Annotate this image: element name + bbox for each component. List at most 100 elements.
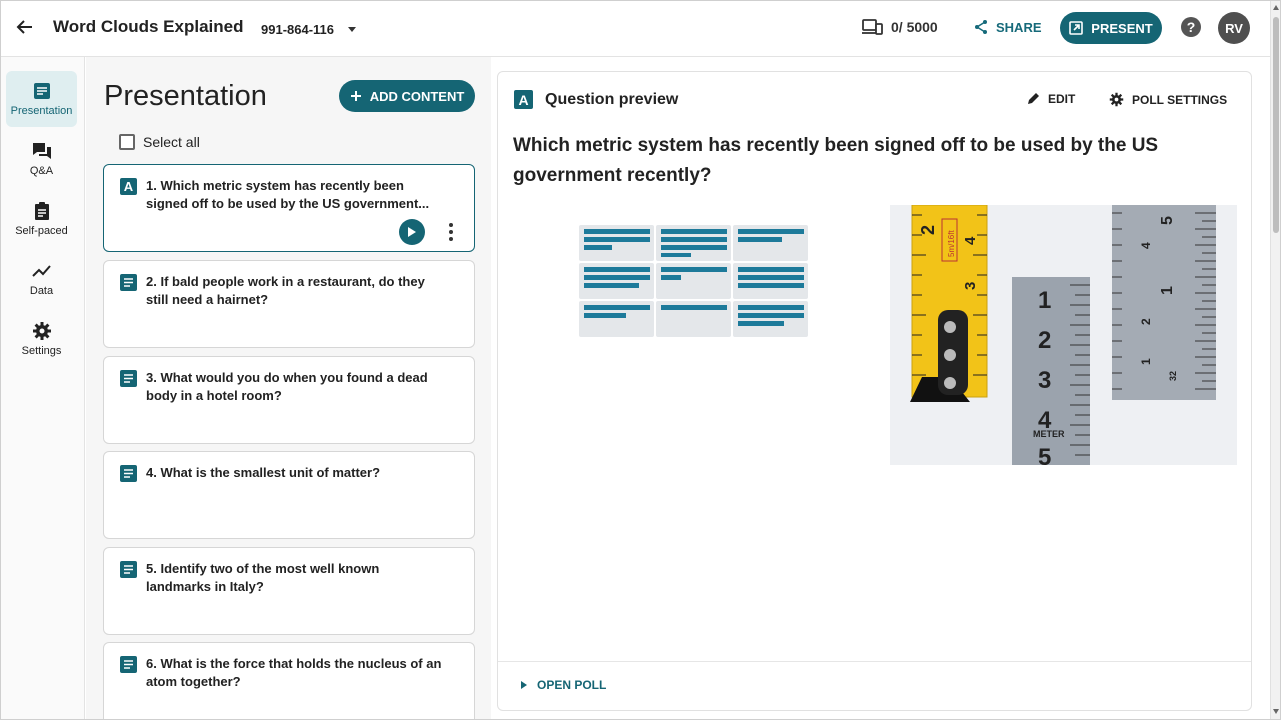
question-card[interactable]: 2. If bald people work in a restaurant, … — [103, 260, 475, 348]
nav-item-presentation[interactable]: Presentation — [6, 71, 77, 127]
presentation-icon — [32, 81, 52, 101]
letter-a-icon: A — [120, 178, 137, 195]
dot — [449, 237, 453, 241]
select-all-label: Select all — [143, 134, 200, 150]
meter-label: METER — [1033, 429, 1065, 439]
nav-label: Self-paced — [15, 225, 68, 237]
question-card[interactable]: 6. What is the force that holds the nucl… — [103, 642, 475, 719]
more-options-button[interactable] — [446, 222, 456, 242]
gear-icon — [32, 321, 52, 341]
svg-text:5: 5 — [1159, 216, 1176, 225]
letter-a-icon: A — [514, 90, 533, 109]
share-icon — [975, 20, 987, 34]
svg-text:1: 1 — [1038, 287, 1051, 314]
trend-icon — [31, 261, 52, 281]
user-avatar[interactable]: RV — [1218, 12, 1250, 44]
present-label: PRESENT — [1091, 20, 1153, 36]
nav-item-data[interactable]: Data — [6, 251, 77, 307]
preview-title: Question preview — [545, 91, 679, 108]
question-text: 4. What is the smallest unit of matter? — [146, 465, 381, 480]
nav-item-settings[interactable]: Settings — [6, 311, 77, 367]
nav-item-qa[interactable]: Q&A — [6, 131, 77, 187]
dot — [449, 230, 453, 234]
edit-button[interactable]: EDIT — [1026, 92, 1075, 106]
clipboard-icon — [32, 201, 52, 221]
top-bar: Word Clouds Explained 991-864-116 0/ 500… — [1, 1, 1270, 57]
svg-text:2: 2 — [1139, 318, 1153, 325]
poll-settings-button[interactable]: POLL SETTINGS — [1109, 92, 1227, 107]
edit-label: EDIT — [1048, 92, 1076, 106]
nav-item-self-paced[interactable]: Self-paced — [6, 191, 77, 247]
dot — [449, 223, 453, 227]
select-all-checkbox[interactable]: Select all — [119, 134, 200, 150]
chevron-down-icon — [348, 27, 357, 32]
nav-label: Q&A — [29, 165, 54, 177]
panel-heading: Presentation — [104, 80, 267, 112]
svg-text:2: 2 — [1038, 327, 1051, 354]
svg-text:4: 4 — [962, 236, 979, 245]
plus-icon — [350, 91, 361, 101]
svg-text:1: 1 — [1139, 358, 1153, 365]
left-navigation: Presentation Q&A Self-paced Data Setting… — [1, 57, 85, 719]
window-scrollbar[interactable] — [1270, 1, 1280, 719]
session-code-dropdown[interactable]: 991-864-116 — [261, 22, 357, 37]
text-lines-icon — [120, 274, 137, 291]
svg-text:32: 32 — [1168, 371, 1178, 381]
participant-counter: 0/ 5000 — [861, 18, 938, 36]
help-button[interactable]: ? — [1181, 17, 1201, 37]
pencil-icon — [1028, 93, 1039, 104]
share-label: SHARE — [996, 19, 1042, 35]
nav-label: Settings — [21, 345, 62, 357]
question-text: 5. Identify two of the most well known l… — [146, 561, 380, 594]
question-text: 1. Which metric system has recently been… — [146, 178, 430, 211]
present-button[interactable]: PRESENT — [1060, 12, 1162, 44]
open-poll-label: OPEN POLL — [537, 678, 607, 692]
app-window: Word Clouds Explained 991-864-116 0/ 500… — [0, 0, 1281, 720]
add-content-label: ADD CONTENT — [369, 88, 465, 104]
question-card[interactable]: 4. What is the smallest unit of matter? — [103, 451, 475, 539]
text-lines-icon — [120, 561, 137, 578]
nav-label: Data — [29, 285, 54, 297]
scroll-up-arrow-icon[interactable] — [1273, 5, 1279, 10]
question-card[interactable]: A 1. Which metric system has recently be… — [103, 164, 475, 252]
nav-label: Presentation — [10, 105, 73, 117]
text-lines-icon — [120, 656, 137, 673]
svg-text:3: 3 — [1038, 367, 1051, 394]
divider — [498, 661, 1251, 662]
svg-text:5: 5 — [1038, 444, 1051, 465]
text-lines-icon — [120, 465, 137, 482]
svg-text:2: 2 — [918, 225, 938, 235]
devices-icon — [862, 19, 883, 35]
tape-label: 5m/16ft — [947, 230, 956, 257]
checkbox-box[interactable] — [119, 134, 135, 150]
question-text: 6. What is the force that holds the nucl… — [146, 656, 442, 689]
question-preview-panel: A Question preview EDIT POLL SETTINGS Wh… — [497, 71, 1252, 711]
svg-text:1: 1 — [1159, 286, 1176, 295]
scroll-down-arrow-icon[interactable] — [1273, 709, 1279, 714]
text-lines-icon — [120, 370, 137, 387]
add-content-button[interactable]: ADD CONTENT — [339, 80, 475, 112]
arrow-left-icon — [16, 20, 32, 34]
play-icon — [521, 681, 527, 689]
session-code: 991-864-116 — [261, 22, 335, 37]
play-button[interactable] — [399, 219, 425, 245]
question-text: Which metric system has recently been si… — [513, 135, 1159, 186]
svg-text:3: 3 — [962, 282, 979, 290]
svg-text:4: 4 — [1139, 242, 1153, 249]
question-card[interactable]: 3. What would you do when you found a de… — [103, 356, 475, 444]
back-button[interactable] — [13, 15, 37, 39]
gear-icon — [1109, 92, 1124, 107]
play-icon — [408, 227, 416, 237]
counter-value: 0/ 5000 — [891, 19, 938, 35]
scroll-thumb[interactable] — [1273, 17, 1279, 233]
question-text: 3. What would you do when you found a de… — [146, 370, 428, 403]
word-cloud-thumbnail — [579, 225, 808, 337]
open-poll-button[interactable]: OPEN POLL — [521, 678, 606, 692]
measuring-tapes-photo: 2 4 3 5m/16ft 1 2 3 4 METER 5 5 4 1 2 1 … — [890, 205, 1237, 465]
presentation-title: Word Clouds Explained — [53, 17, 244, 36]
poll-settings-label: POLL SETTINGS — [1132, 92, 1228, 107]
external-open-icon — [1069, 21, 1084, 35]
question-card[interactable]: 5. Identify two of the most well known l… — [103, 547, 475, 635]
chat-icon — [32, 141, 52, 161]
share-button[interactable]: SHARE — [973, 19, 1042, 35]
